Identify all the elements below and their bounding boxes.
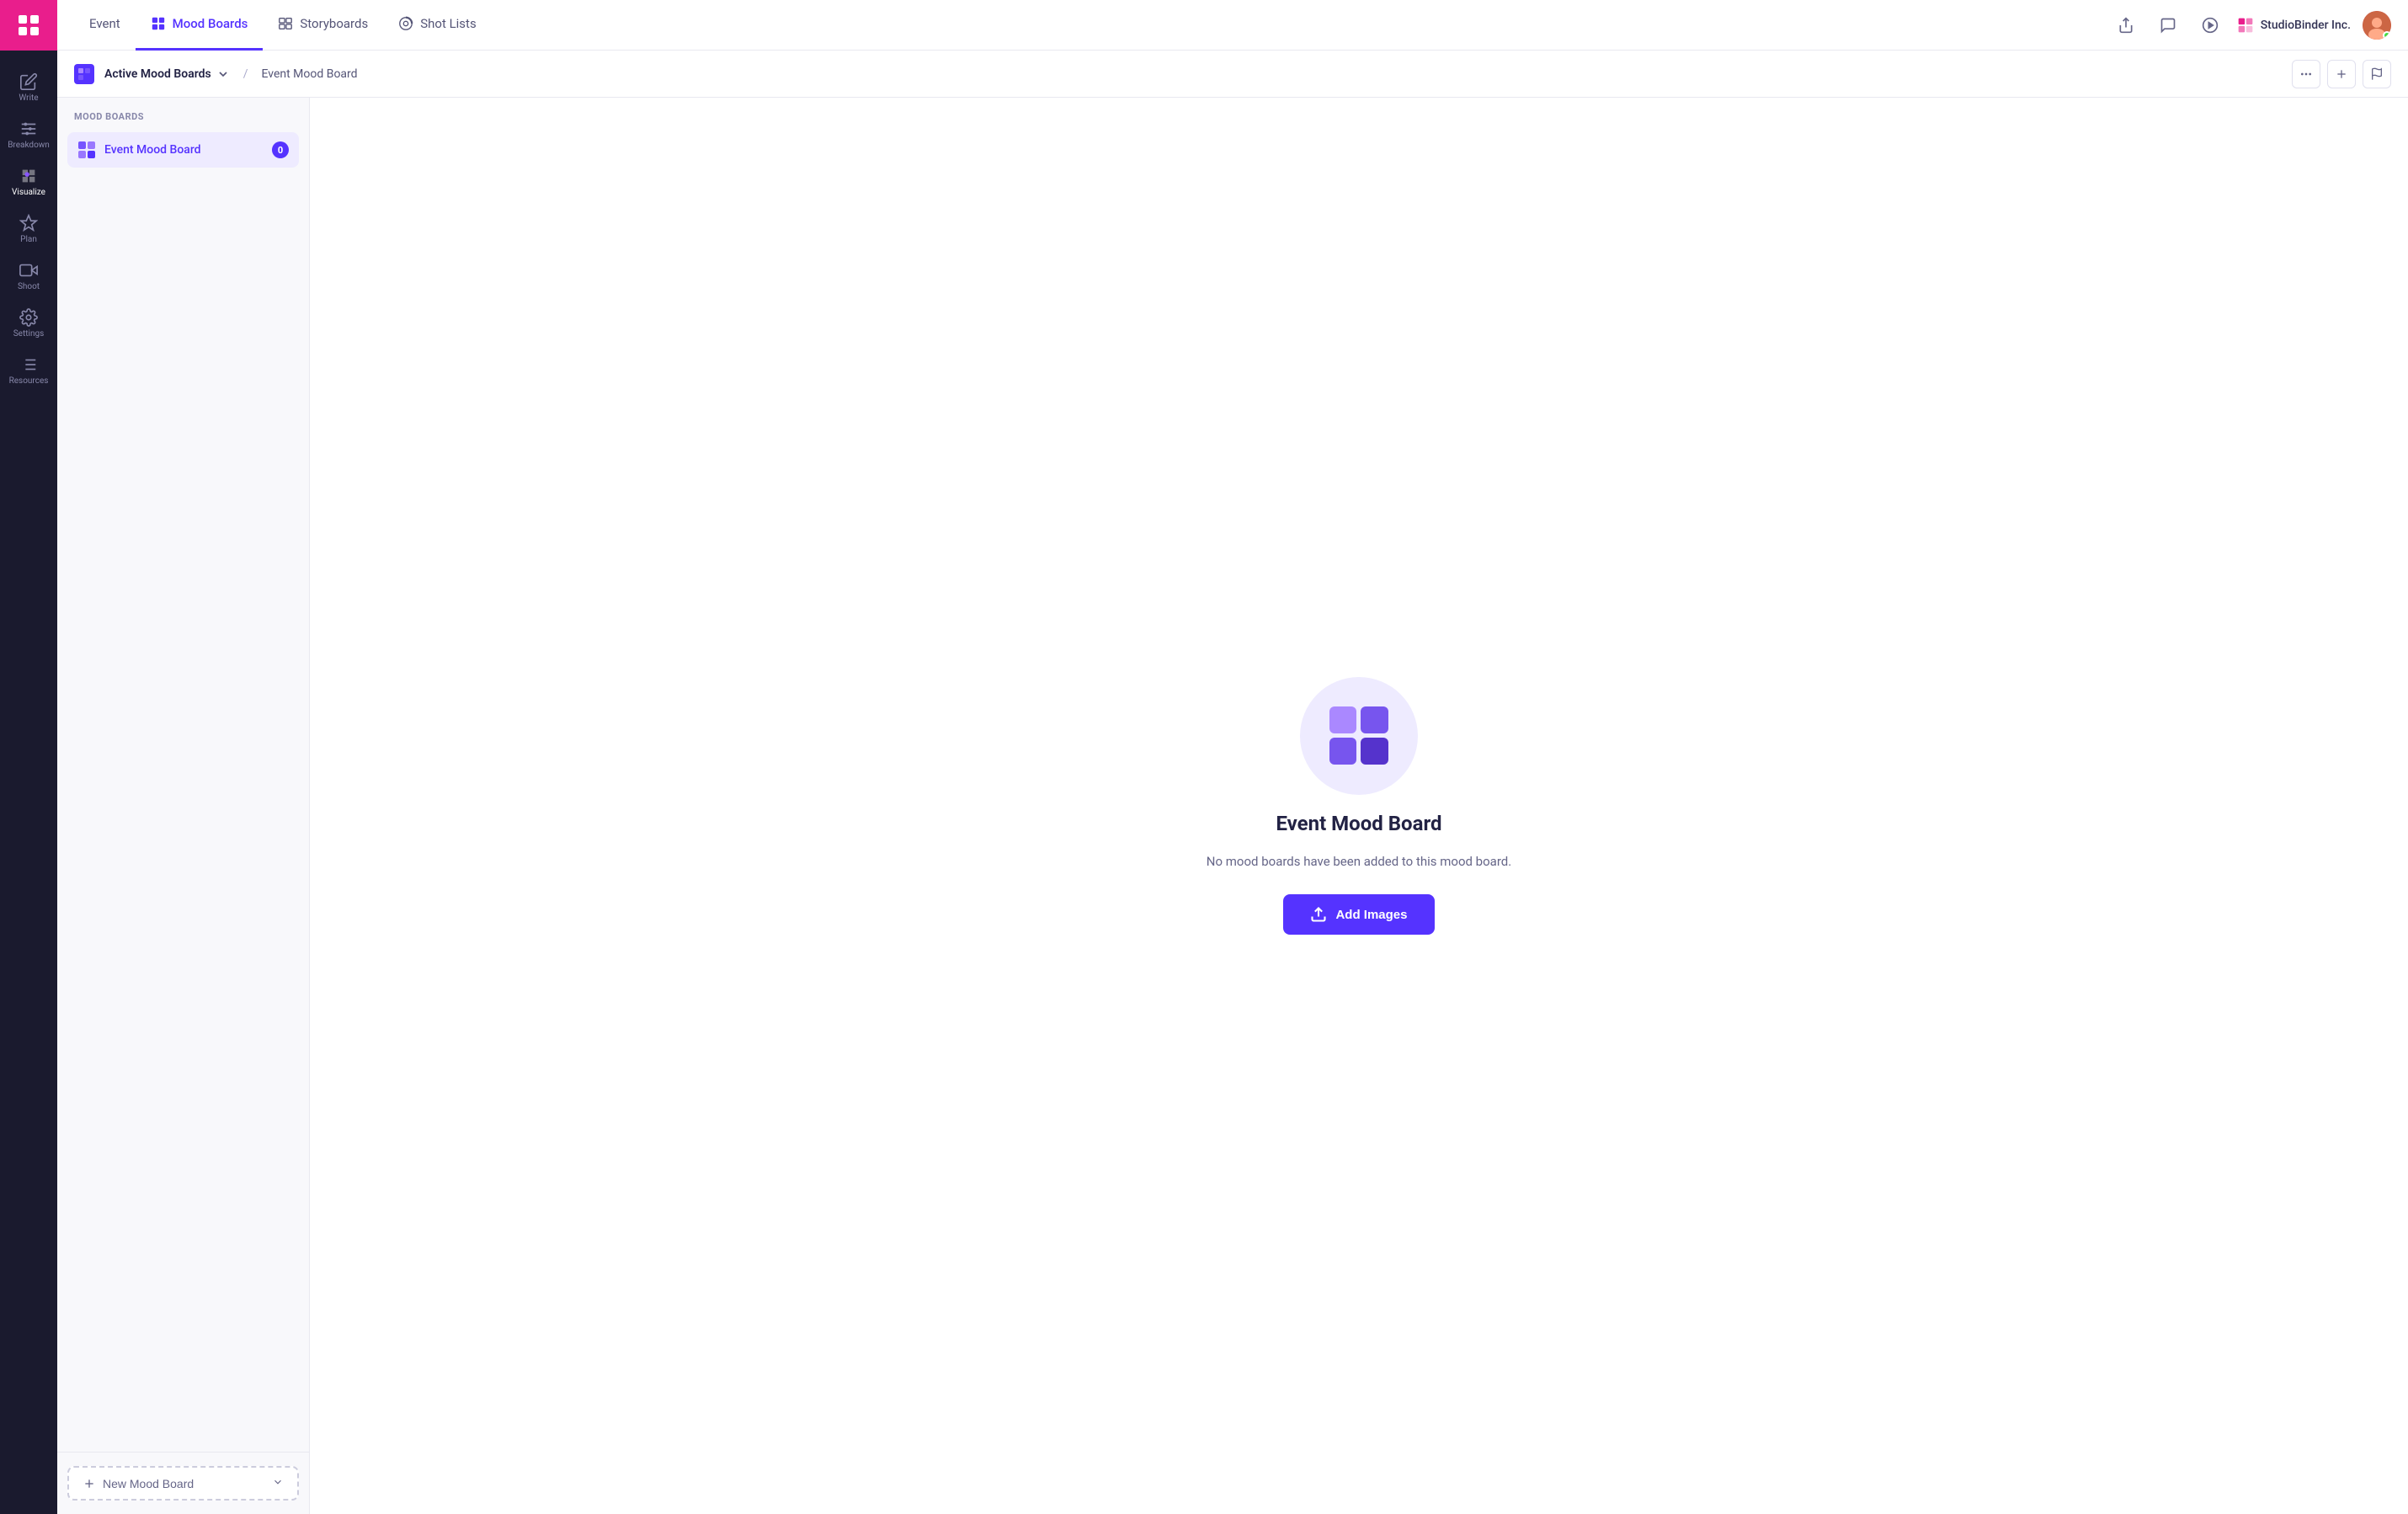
illustration-quadrant-br — [1361, 738, 1388, 765]
icon-quadrant-tl — [78, 68, 83, 73]
user-avatar[interactable] — [2363, 11, 2391, 40]
empty-state: Event Mood Board No mood boards have bee… — [1207, 677, 1511, 936]
shot-lists-tab-icon — [398, 16, 413, 31]
write-icon — [19, 72, 38, 91]
list-item-icon — [77, 141, 96, 159]
content-area: Mood Boards Event Mood Board 0 — [57, 98, 2408, 1514]
online-indicator — [2383, 31, 2391, 40]
sidebar-items: Write Breakdown Visualize — [0, 51, 57, 1514]
flag-button[interactable] — [2363, 60, 2391, 88]
new-mood-board-label: New Mood Board — [103, 1477, 194, 1490]
sidebar-item-settings-label: Settings — [13, 330, 45, 339]
icon-quadrant-tr — [85, 68, 90, 73]
mood-board-list: Event Mood Board 0 — [57, 129, 309, 1452]
mood-boards-tab-icon — [151, 16, 166, 31]
sidebar-item-shoot-label: Shoot — [18, 283, 40, 291]
play-button[interactable] — [2195, 10, 2225, 40]
company-selector[interactable]: StudioBinder Inc. — [2237, 17, 2351, 34]
studiobinder-logo-icon — [2237, 17, 2254, 34]
add-images-label: Add Images — [1335, 908, 1407, 922]
more-icon — [2299, 67, 2313, 81]
more-options-button[interactable] — [2292, 60, 2320, 88]
plan-icon — [19, 214, 38, 232]
sidebar-item-write-label: Write — [19, 94, 38, 103]
sidebar-item-visualize-label: Visualize — [12, 189, 45, 197]
empty-state-illustration — [1300, 677, 1418, 795]
empty-state-title: Event Mood Board — [1276, 812, 1441, 835]
tab-storyboards[interactable]: Storyboards — [263, 0, 383, 51]
empty-state-description: No mood boards have been added to this m… — [1207, 852, 1511, 872]
sub-header: Active Mood Boards / Event Mood Board — [57, 51, 2408, 98]
sidebar-item-write[interactable]: Write — [0, 64, 57, 108]
sub-header-actions — [2292, 60, 2391, 88]
share-icon — [2118, 17, 2134, 34]
flag-icon — [2370, 67, 2384, 81]
tab-event[interactable]: Event — [74, 0, 136, 51]
sidebar-item-resources-label: Resources — [9, 377, 49, 386]
sidebar-item-plan-label: Plan — [20, 236, 37, 244]
add-images-button[interactable]: Add Images — [1283, 894, 1434, 935]
visualize-icon — [19, 167, 38, 185]
sidebar-item-visualize[interactable]: Visualize — [0, 158, 57, 202]
tab-event-label: Event — [89, 16, 120, 31]
illustration-quadrant-tl — [1329, 706, 1357, 733]
tab-mood-boards-label: Mood Boards — [173, 16, 248, 31]
breadcrumb-separator: / — [243, 67, 248, 81]
add-icon — [2335, 67, 2348, 81]
main-content: Event Mood Board No mood boards have bee… — [310, 98, 2408, 1514]
storyboards-tab-icon — [278, 16, 293, 31]
breadcrumb-current: Event Mood Board — [261, 67, 357, 81]
sidebar-item-breakdown-label: Breakdown — [8, 141, 50, 150]
play-icon — [2202, 17, 2219, 34]
sidebar-item-plan[interactable]: Plan — [0, 205, 57, 249]
plus-icon — [83, 1477, 96, 1490]
chevron-down-small-icon — [272, 1476, 284, 1488]
main-container: Event Mood Boards Storyboards — [57, 0, 2408, 1514]
sidebar-item-resources[interactable]: Resources — [0, 347, 57, 391]
share-button[interactable] — [2111, 10, 2141, 40]
company-name: StudioBinder Inc. — [2261, 19, 2351, 32]
list-item-name: Event Mood Board — [104, 143, 264, 157]
sidebar-footer: New Mood Board — [57, 1452, 309, 1514]
tab-storyboards-label: Storyboards — [300, 16, 368, 31]
icon-quadrant-br — [85, 75, 90, 80]
add-to-board-button[interactable] — [2327, 60, 2356, 88]
comment-icon — [2160, 17, 2176, 34]
sidebar-panel-header: Mood Boards — [57, 98, 309, 129]
comment-button[interactable] — [2153, 10, 2183, 40]
icon-bar: Write Breakdown Visualize — [0, 0, 57, 1514]
shoot-icon — [19, 261, 38, 280]
app-logo[interactable] — [0, 0, 57, 51]
list-item[interactable]: Event Mood Board 0 — [67, 132, 299, 168]
nav-right: StudioBinder Inc. — [2111, 10, 2391, 40]
sidebar-item-shoot[interactable]: Shoot — [0, 253, 57, 296]
tab-shot-lists-label: Shot Lists — [420, 16, 476, 31]
tab-mood-boards[interactable]: Mood Boards — [136, 0, 264, 51]
logo-icon — [15, 12, 42, 39]
icon-quadrant-bl — [78, 75, 83, 80]
illustration-quadrant-bl — [1329, 738, 1357, 765]
mood-board-type-icon — [74, 64, 94, 84]
active-boards-label: Active Mood Boards — [104, 67, 211, 81]
active-boards-dropdown[interactable]: Active Mood Boards — [104, 67, 230, 81]
illustration-quadrant-tr — [1361, 706, 1388, 733]
sidebar-item-breakdown[interactable]: Breakdown — [0, 111, 57, 155]
tab-shot-lists[interactable]: Shot Lists — [383, 0, 491, 51]
chevron-down-icon — [216, 67, 230, 81]
breakdown-icon — [19, 120, 38, 138]
resources-icon — [19, 355, 38, 374]
sidebar-panel: Mood Boards Event Mood Board 0 — [57, 98, 310, 1514]
top-nav: Event Mood Boards Storyboards — [57, 0, 2408, 51]
upload-icon — [1310, 906, 1327, 923]
list-item-count: 0 — [272, 141, 289, 158]
settings-icon — [19, 308, 38, 327]
new-mood-board-button[interactable]: New Mood Board — [67, 1466, 299, 1501]
sidebar-item-settings[interactable]: Settings — [0, 300, 57, 344]
